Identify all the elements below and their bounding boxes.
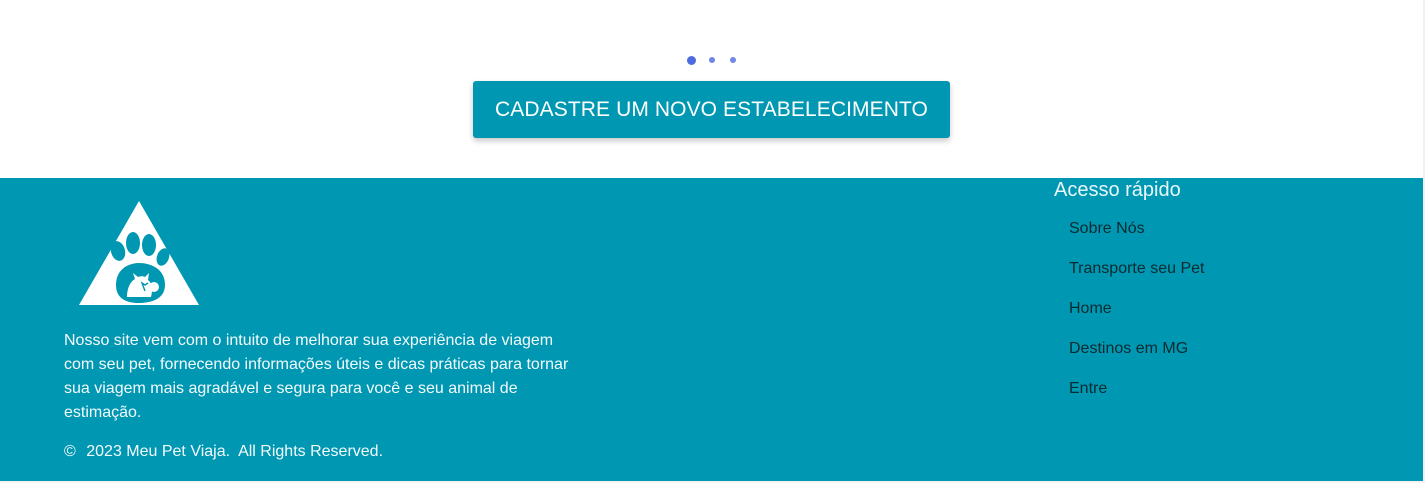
carousel-dot-1[interactable]: [687, 56, 696, 65]
carousel-dot-3[interactable]: [730, 57, 736, 63]
quick-access-list: Sobre Nós Transporte seu Pet Home Destin…: [1069, 219, 1204, 419]
link-sobre-nos[interactable]: Sobre Nós: [1069, 220, 1145, 237]
list-item: Sobre Nós: [1069, 219, 1204, 259]
carousel-dot-2[interactable]: [709, 57, 715, 63]
site-footer: Nosso site vem com o intuito de melhorar…: [0, 178, 1423, 481]
paw-triangle-logo-icon: [79, 201, 199, 305]
list-item: Home: [1069, 299, 1204, 339]
list-item: Destinos em MG: [1069, 339, 1204, 379]
register-establishment-button[interactable]: CADASTRE UM NOVO ESTABELECIMENTO: [473, 81, 950, 138]
link-destinos-mg[interactable]: Destinos em MG: [1069, 340, 1188, 357]
link-transporte-pet[interactable]: Transporte seu Pet: [1069, 260, 1204, 277]
content-section: CADASTRE UM NOVO ESTABELECIMENTO: [0, 0, 1423, 178]
copyright: © 2023 Meu Pet Viaja. All Rights Reserve…: [64, 443, 389, 461]
footer-about-text: Nosso site vem com o intuito de melhorar…: [64, 332, 569, 421]
link-entre[interactable]: Entre: [1069, 380, 1107, 397]
quick-access-title: Acesso rápido: [1054, 179, 1181, 201]
list-item: Transporte seu Pet: [1069, 259, 1204, 299]
list-item: Entre: [1069, 379, 1204, 419]
carousel-indicators: [687, 56, 747, 66]
copyright-symbol: ©: [64, 443, 76, 460]
copyright-text: 2023 Meu Pet Viaja. All Rights Reserved.: [86, 443, 384, 460]
link-home[interactable]: Home: [1069, 300, 1112, 317]
